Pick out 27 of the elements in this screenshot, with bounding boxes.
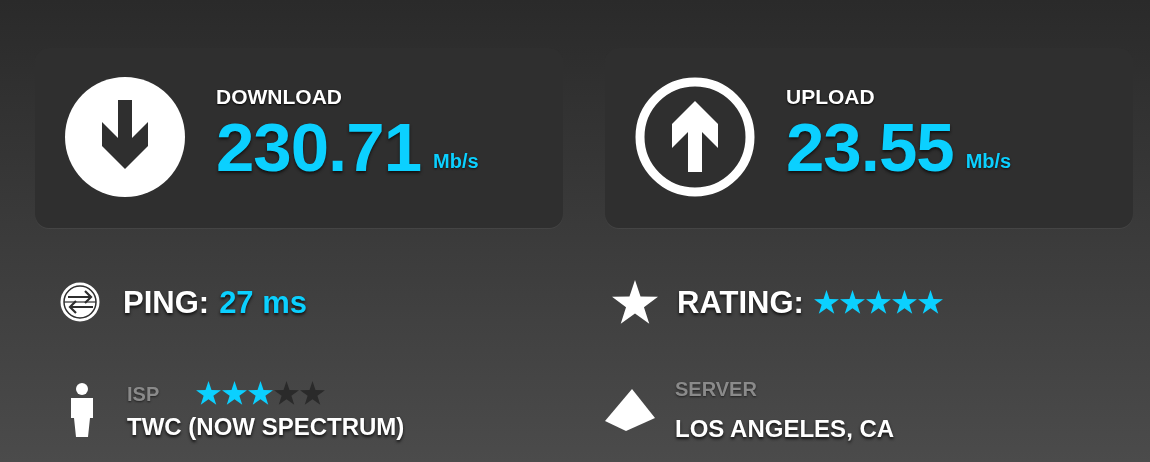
- star-icon: [612, 280, 658, 324]
- speed-value: 230.71: [216, 113, 422, 182]
- result-label: UPLOAD: [786, 86, 875, 107]
- speed-value: 23.55: [786, 113, 954, 182]
- star-icon: [865, 289, 891, 315]
- result-label: DOWNLOAD: [216, 86, 342, 107]
- star-icon: [300, 381, 326, 406]
- speed-unit: Mb/s: [433, 149, 479, 174]
- person-icon: [70, 383, 94, 437]
- star-icon: [917, 289, 943, 315]
- server-name: LOS ANGELES, CA: [675, 417, 895, 441]
- isp-name: TWC (NOW SPECTRUM): [127, 415, 405, 439]
- star-icon: [274, 381, 300, 406]
- star-icon: [813, 289, 839, 315]
- ping-label: PING:: [123, 286, 210, 318]
- ping-arrows-icon: [60, 282, 100, 322]
- rating-label: RATING:: [677, 286, 804, 318]
- star-icon: [891, 289, 917, 315]
- star-icon: [248, 381, 274, 406]
- server-location-icon: [605, 389, 655, 431]
- speed-unit: Mb/s: [965, 149, 1012, 174]
- star-icon: [839, 289, 865, 315]
- ping-value: 27 ms: [219, 286, 308, 318]
- isp-label: ISP: [127, 383, 160, 404]
- server-label: SERVER: [675, 379, 758, 399]
- star-icon: [222, 381, 248, 406]
- star-icon: [196, 381, 222, 406]
